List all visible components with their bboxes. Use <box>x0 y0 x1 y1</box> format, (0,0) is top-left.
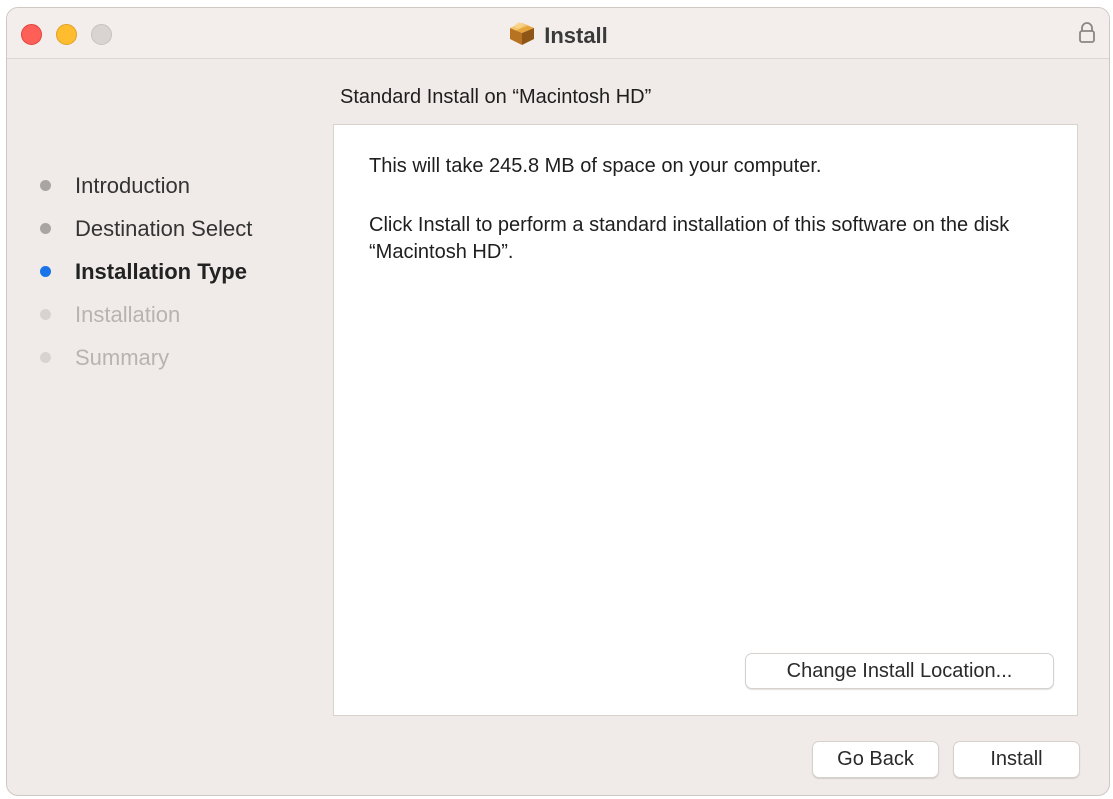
step-summary: Summary <box>40 336 252 379</box>
installer-steps-list: Introduction Destination Select Installa… <box>40 164 252 379</box>
install-description-text: Click Install to perform a standard inst… <box>369 214 1010 263</box>
title-bar[interactable]: Install <box>7 8 1109 59</box>
space-required-text: This will take 245.8 MB of space on your… <box>369 155 822 177</box>
window-title: Install <box>544 22 608 48</box>
step-dot-icon <box>40 309 51 320</box>
step-installation: Installation <box>40 293 252 336</box>
go-back-button[interactable]: Go Back <box>812 741 939 778</box>
step-dot-icon <box>40 180 51 191</box>
window-title-area: Install <box>7 20 1109 48</box>
step-introduction: Introduction <box>40 164 252 207</box>
step-label: Installation Type <box>75 258 247 284</box>
content-panel: This will take 245.8 MB of space on your… <box>333 124 1078 716</box>
step-dot-icon <box>40 352 51 363</box>
page-title: Standard Install on “Macintosh HD” <box>340 86 652 108</box>
install-button[interactable]: Install <box>953 741 1080 778</box>
step-dot-icon <box>40 266 51 277</box>
step-dot-icon <box>40 223 51 234</box>
step-destination-select: Destination Select <box>40 207 252 250</box>
change-install-location-button[interactable]: Change Install Location... <box>745 653 1054 689</box>
package-box-icon <box>508 20 536 51</box>
lock-icon[interactable] <box>1077 21 1097 45</box>
installer-window: Install Standard Install on “Macintosh H… <box>6 7 1110 796</box>
step-label: Destination Select <box>75 215 253 241</box>
step-label: Installation <box>75 301 181 327</box>
step-installation-type: Installation Type <box>40 250 252 293</box>
step-label: Introduction <box>75 172 190 198</box>
step-label: Summary <box>75 344 170 370</box>
